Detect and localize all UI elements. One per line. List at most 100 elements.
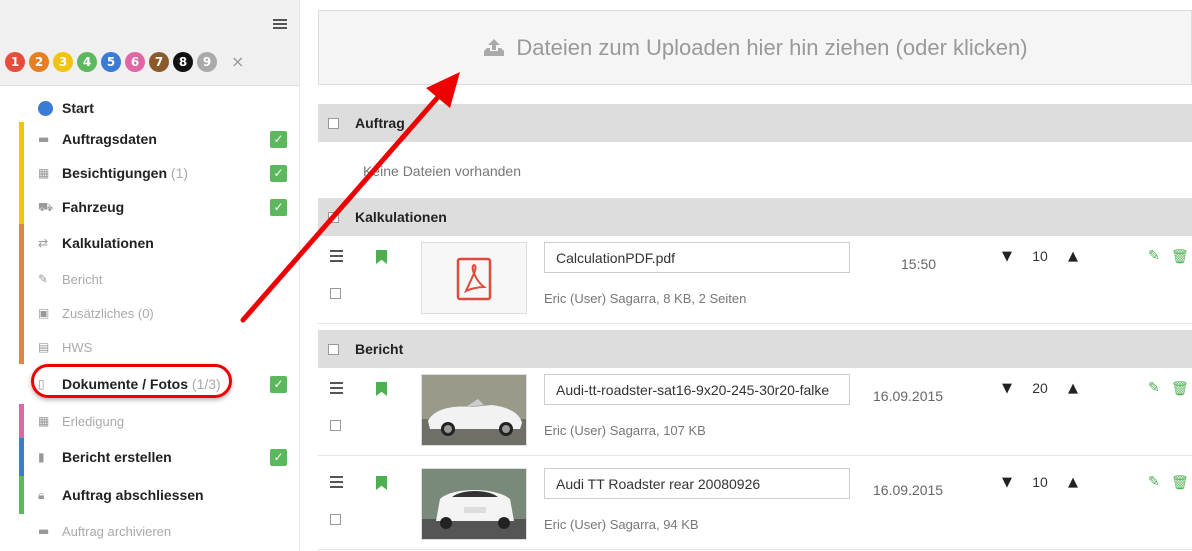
archive-icon: ▣: [38, 306, 50, 320]
sidebar-item-zusaetzliches[interactable]: ▣ Zusätzliches (0): [0, 296, 300, 330]
section-checkbox[interactable]: [328, 211, 339, 223]
trash-icon[interactable]: 🗑︎: [1171, 476, 1189, 490]
sidebar-item-label: HWS: [62, 339, 93, 355]
sidebar-item-bericht-erstellen[interactable]: ▮ Bericht erstellen ✓: [0, 438, 300, 476]
filename-input[interactable]: CalculationPDF.pdf: [544, 242, 850, 273]
order-value[interactable]: 20: [1020, 380, 1060, 396]
section-title: Kalkulationen: [355, 209, 447, 225]
sidebar-item-label: Auftrag abschliessen: [62, 487, 204, 503]
step-indicator: 1 2 3 4 5 6 7 8 9 ×: [0, 38, 299, 86]
check-icon: ✓: [270, 375, 287, 393]
step-2-badge[interactable]: 2: [29, 51, 49, 72]
sidebar-item-auftrag-archivieren[interactable]: ▬ Auftrag archivieren: [0, 514, 300, 548]
trash-icon[interactable]: 🗑︎: [1171, 382, 1189, 396]
file-row: Audi TT Roadster rear 20080926 Eric (Use…: [318, 462, 1192, 550]
sidebar-item-start[interactable]: Start: [0, 94, 300, 122]
check-icon: ✓: [270, 164, 287, 182]
row-checkbox[interactable]: [330, 288, 341, 299]
upload-text: Dateien zum Uploaden hier hin ziehen (od…: [516, 34, 1028, 60]
car-photo-image: [422, 375, 526, 445]
edit-icon[interactable]: ✎: [1148, 381, 1161, 395]
edit-icon[interactable]: ✎: [1148, 249, 1161, 263]
sidebar-item-label: Bericht: [62, 271, 103, 287]
archive-box-icon: ▬: [38, 524, 50, 538]
sidebar-nav: Start ▬ Auftragsdaten ✓ ▦ Besichtigungen…: [0, 94, 300, 548]
sidebar-item-label: Kalkulationen: [62, 235, 154, 251]
drag-handle-icon[interactable]: [330, 382, 343, 397]
edit-icon[interactable]: ✎: [1148, 475, 1161, 489]
trash-icon[interactable]: 🗑︎: [1171, 250, 1189, 264]
car-photo-image: [422, 469, 526, 539]
order-value[interactable]: 10: [1020, 248, 1060, 264]
row-checkbox[interactable]: [330, 420, 341, 431]
folder-icon: ▬: [38, 132, 50, 146]
sidebar: 1 2 3 4 5 6 7 8 9 × Start ▬ Auftragsdate…: [0, 0, 300, 551]
order-value[interactable]: 10: [1020, 474, 1060, 490]
drag-handle-icon[interactable]: [330, 476, 343, 491]
chevron-up-icon[interactable]: ▲: [1060, 381, 1086, 396]
order-stepper: ▼ 10 ▲: [994, 474, 1086, 490]
filename-input[interactable]: Audi-tt-roadster-sat16-9x20-245-30r20-fa…: [544, 374, 850, 405]
circle-icon: [38, 100, 53, 116]
check-icon: ✓: [270, 130, 287, 148]
chevron-up-icon[interactable]: ▲: [1060, 249, 1086, 264]
upload-dropzone[interactable]: Dateien zum Uploaden hier hin ziehen (od…: [318, 10, 1192, 85]
check-icon: ✓: [270, 198, 287, 216]
step-1-badge[interactable]: 1: [5, 51, 25, 72]
sidebar-item-auftragsdaten[interactable]: ▬ Auftragsdaten ✓: [0, 122, 300, 156]
section-checkbox[interactable]: [328, 343, 339, 355]
step-8-badge[interactable]: 8: [173, 51, 193, 72]
order-stepper: ▼ 20 ▲: [994, 380, 1086, 396]
sidebar-item-kalkulationen[interactable]: ⇄ Kalkulationen: [0, 224, 300, 262]
lock-icon: 🔒︎: [38, 488, 45, 502]
step-7-badge[interactable]: 7: [149, 51, 169, 72]
sidebar-item-bericht[interactable]: ✎ Bericht: [0, 262, 300, 296]
section-auftrag: Auftrag: [318, 104, 1192, 142]
sidebar-item-label: Erledigung: [62, 413, 125, 429]
step-9-badge[interactable]: 9: [197, 51, 217, 72]
bookmark-icon[interactable]: [376, 476, 387, 490]
pdf-icon: [456, 257, 492, 301]
step-3-badge[interactable]: 3: [53, 51, 73, 72]
calculator-icon: ▦: [38, 414, 50, 428]
section-title: Auftrag: [355, 115, 405, 131]
menu-icon[interactable]: [273, 19, 287, 31]
close-icon[interactable]: ×: [231, 52, 244, 71]
sidebar-item-erledigung[interactable]: ▦ Erledigung: [0, 404, 300, 438]
documents-panel: Dateien zum Uploaden hier hin ziehen (od…: [318, 0, 1192, 551]
step-6-badge[interactable]: 6: [125, 51, 145, 72]
drag-handle-icon[interactable]: [330, 250, 343, 265]
file-meta: Eric (User) Sagarra, 94 KB: [544, 517, 699, 532]
sidebar-item-label: Auftrag archivieren: [62, 523, 172, 539]
file-thumbnail[interactable]: [421, 374, 527, 446]
sidebar-item-label: Auftragsdaten: [62, 131, 157, 147]
chevron-down-icon[interactable]: ▼: [994, 381, 1020, 396]
row-checkbox[interactable]: [330, 514, 341, 525]
sidebar-item-hws[interactable]: ▤ HWS: [0, 330, 300, 364]
sidebar-item-besichtigungen[interactable]: ▦ Besichtigungen (1) ✓: [0, 156, 300, 190]
sidebar-item-fahrzeug[interactable]: ⛟ Fahrzeug ✓: [0, 190, 300, 224]
bookmark-icon[interactable]: [376, 250, 387, 264]
sidebar-item-auftrag-abschliessen[interactable]: 🔒︎ Auftrag abschliessen: [0, 476, 300, 514]
file-date: 16.09.2015: [873, 388, 944, 404]
sidebar-header: [0, 0, 299, 38]
file-meta: Eric (User) Sagarra, 8 KB, 2 Seiten: [544, 291, 747, 306]
chevron-down-icon[interactable]: ▼: [994, 475, 1020, 490]
sidebar-item-label: Start: [62, 100, 94, 116]
exchange-icon: ⇄: [38, 236, 49, 250]
file-meta: Eric (User) Sagarra, 107 KB: [544, 423, 706, 438]
book-icon: ▮: [38, 450, 45, 464]
clipboard-icon: ▤: [38, 340, 50, 354]
car-icon: ⛟: [38, 200, 54, 214]
chevron-up-icon[interactable]: ▲: [1060, 475, 1086, 490]
file-thumbnail[interactable]: [421, 468, 527, 540]
file-thumbnail[interactable]: [421, 242, 527, 314]
filename-input[interactable]: Audi TT Roadster rear 20080926: [544, 468, 850, 499]
bookmark-icon[interactable]: [376, 382, 387, 396]
step-4-badge[interactable]: 4: [77, 51, 97, 72]
chevron-down-icon[interactable]: ▼: [994, 249, 1020, 264]
section-checkbox[interactable]: [328, 117, 339, 129]
empty-message: Keine Dateien vorhanden: [363, 163, 522, 179]
step-5-badge[interactable]: 5: [101, 51, 121, 72]
order-stepper: ▼ 10 ▲: [994, 248, 1086, 264]
